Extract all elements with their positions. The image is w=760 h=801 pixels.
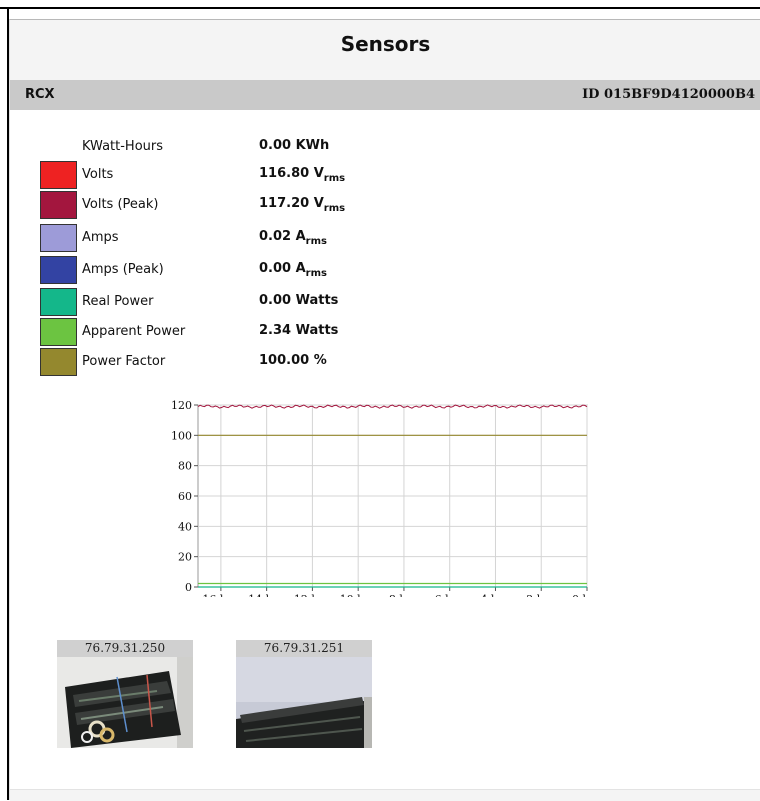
sensor-history-chart: 0 20 40 60 80 100 120 16d 14d 12d 10d 8d 6d 4d 2d 0d — [171, 399, 588, 597]
sensor-row-kwatt-hours: KWatt-Hours 0.00 KWh — [40, 133, 540, 161]
apparent-power-color-swatch[interactable] — [40, 318, 77, 346]
y-tick-label: 60 — [178, 490, 192, 503]
sensor-row-apparent-power[interactable]: Apparent Power 2.34 Watts — [40, 318, 540, 346]
x-tick-label: 10d — [340, 593, 361, 597]
device-name: RCX — [25, 87, 55, 102]
sensor-label: KWatt-Hours — [82, 139, 164, 154]
sensor-row-amps-peak[interactable]: Amps (Peak) 0.00 Arms — [40, 256, 540, 284]
camera-snapshot-image[interactable] — [236, 657, 372, 748]
sensor-row-volts[interactable]: Volts 116.80 Vrms — [40, 161, 540, 189]
window-top-border — [0, 7, 760, 9]
footer-bar — [10, 789, 760, 801]
camera-snapshot-image[interactable] — [57, 657, 193, 748]
camera-thumbnail-2[interactable]: 76.79.31.251 — [236, 640, 372, 748]
volts-color-swatch[interactable] — [40, 161, 77, 189]
sensor-label: Amps — [82, 230, 119, 245]
page-title: Sensors — [10, 20, 760, 80]
sensor-value: 116.80 Vrms — [259, 166, 346, 184]
device-id: ID 015BF9D4120000B4 — [582, 87, 755, 102]
x-tick-label: 2d — [526, 593, 540, 597]
y-tick-label: 120 — [171, 399, 192, 412]
sensor-value: 0.02 Arms — [259, 229, 327, 247]
sensor-label: Amps (Peak) — [82, 262, 164, 277]
amps-color-swatch[interactable] — [40, 224, 77, 252]
sensor-value: 100.00 % — [259, 353, 327, 368]
y-tick-label: 100 — [171, 429, 192, 442]
sensor-value: 0.00 KWh — [259, 138, 330, 153]
camera-ip-label: 76.79.31.251 — [236, 640, 372, 657]
y-tick-label: 40 — [178, 520, 192, 533]
device-header-bar: RCX ID 015BF9D4120000B4 — [10, 80, 760, 110]
sensor-row-volts-peak[interactable]: Volts (Peak) 117.20 Vrms — [40, 191, 540, 219]
camera-ip-label: 76.79.31.250 — [57, 640, 193, 657]
y-tick-label: 80 — [178, 460, 192, 473]
volts-peak-color-swatch[interactable] — [40, 191, 77, 219]
y-tick-label: 0 — [185, 581, 192, 594]
x-tick-label: 4d — [480, 593, 494, 597]
sensor-label: Power Factor — [82, 354, 166, 369]
sensor-value: 0.00 Arms — [259, 261, 327, 279]
sensors-panel: Sensors RCX ID 015BF9D4120000B4 KWatt-Ho… — [9, 19, 760, 801]
x-tick-label: 8d — [389, 593, 403, 597]
sensor-label: Volts — [82, 167, 114, 182]
x-tick-label: 16d — [202, 593, 223, 597]
sensor-row-power-factor[interactable]: Power Factor 100.00 % — [40, 348, 540, 376]
x-tick-label: 14d — [248, 593, 269, 597]
amps-peak-color-swatch[interactable] — [40, 256, 77, 284]
camera-thumbnail-1[interactable]: 76.79.31.250 — [57, 640, 193, 748]
x-tick-label: 12d — [294, 593, 315, 597]
sensor-row-amps[interactable]: Amps 0.02 Arms — [40, 224, 540, 252]
sensor-value: 117.20 Vrms — [259, 196, 346, 214]
sensor-label: Apparent Power — [82, 324, 186, 339]
sensor-label: Real Power — [82, 294, 154, 309]
sensor-row-real-power[interactable]: Real Power 0.00 Watts — [40, 288, 540, 316]
real-power-color-swatch[interactable] — [40, 288, 77, 316]
x-tick-label: 6d — [435, 593, 449, 597]
x-tick-label: 0d — [572, 593, 586, 597]
sensor-value: 2.34 Watts — [259, 323, 339, 338]
sensor-label: Volts (Peak) — [82, 197, 159, 212]
y-tick-label: 20 — [178, 551, 192, 564]
power-factor-color-swatch[interactable] — [40, 348, 77, 376]
sensor-value: 0.00 Watts — [259, 293, 339, 308]
